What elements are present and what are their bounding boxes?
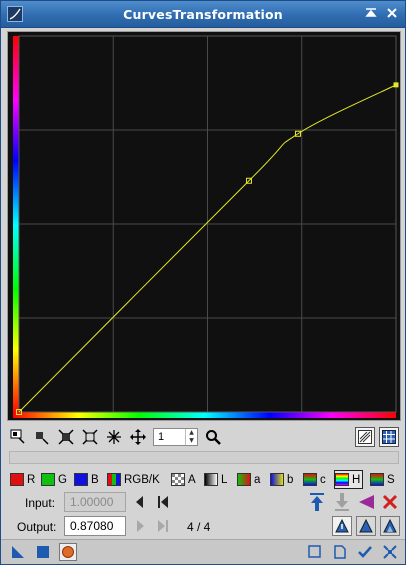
first-point-icon[interactable] [156,494,170,510]
interpolation-cubic-button[interactable] [356,516,376,536]
curves-transformation-window: CurvesTransformation 1 ▲ ▼ R G B RGB/K A… [0,0,406,565]
chroma-swatch-icon [303,473,317,486]
channel-s[interactable]: S [370,471,395,488]
blue-swatch-icon [74,473,88,486]
edit-point-mode-icon[interactable] [8,427,28,447]
bottom-bar [1,539,405,564]
interpolation-akima-button[interactable] [332,516,352,536]
channel-lightness[interactable]: L [204,471,227,488]
documentation-icon[interactable] [331,543,349,561]
point-counter: 4 / 4 [187,520,211,534]
red-swatch-icon [10,473,24,486]
green-swatch-icon [41,473,55,486]
channel-alpha[interactable]: A [171,471,196,488]
select-point-mode-icon[interactable] [32,427,52,447]
curve-graph[interactable] [7,31,401,421]
next-point-icon[interactable] [133,518,147,534]
output-label: Output: [17,520,57,534]
show-all-curves-icon[interactable] [355,427,375,447]
new-icon[interactable] [306,543,324,561]
channel-selector: R G B RGB/K A L a b c H S [1,469,405,489]
vertical-hue-scale [13,36,19,414]
alpha-swatch-icon [171,473,185,486]
channel-a[interactable]: a [237,471,260,488]
new-instance-icon[interactable] [9,543,27,561]
restore-point-icon[interactable] [332,492,352,512]
rgb-swatch-icon [107,473,121,486]
curve-control-point[interactable] [393,82,399,88]
last-point-icon[interactable] [156,518,170,534]
pan-mode-icon[interactable] [128,427,148,447]
graph-toolbar: 1 ▲ ▼ [1,425,405,449]
show-grid-icon[interactable] [379,427,399,447]
a-swatch-icon [237,473,251,486]
lightness-swatch-icon [204,473,218,486]
ok-icon[interactable] [356,543,374,561]
input-label: Input: [25,496,56,510]
title-bar[interactable]: CurvesTransformation [1,1,405,28]
channel-h[interactable]: H [333,470,364,489]
status-bar [9,451,399,464]
store-point-icon[interactable] [307,492,327,512]
channel-b[interactable]: B [74,471,99,488]
output-field[interactable]: 0.87080 [64,516,126,536]
zoom-factor-value: 1 [158,431,165,443]
hue-swatch-icon [335,473,349,486]
reset-curve-icon[interactable] [380,492,400,512]
close-icon[interactable] [384,7,400,23]
interpolation-linear-button[interactable] [380,516,400,536]
delete-point-mode-icon[interactable] [56,427,76,447]
channel-c[interactable]: c [303,471,326,488]
horizontal-hue-scale [13,412,396,418]
zoom-out-mode-icon[interactable] [104,427,124,447]
reverse-curve-icon[interactable] [356,492,376,512]
zoom-factor-spinbox[interactable]: 1 ▲ ▼ [153,428,198,446]
window-title: CurvesTransformation [123,7,283,22]
previous-point-icon[interactable] [133,494,147,510]
zoom-in-mode-icon[interactable] [80,427,100,447]
real-time-preview-icon[interactable] [59,543,77,561]
spin-arrows-icon[interactable]: ▲ ▼ [185,429,197,445]
zoom-1-1-icon[interactable] [203,427,223,447]
input-field[interactable]: 1.00000 [64,492,126,512]
apply-global-icon[interactable] [34,543,52,561]
reset-icon[interactable] [381,543,399,561]
saturation-swatch-icon [370,473,384,486]
b-swatch-icon [270,473,284,486]
channel-rgbk[interactable]: RGB/K [107,471,160,488]
channel-g[interactable]: G [41,471,67,488]
shade-icon[interactable] [363,7,379,23]
channel-b-chroma[interactable]: b [270,471,293,488]
channel-r[interactable]: R [10,471,35,488]
